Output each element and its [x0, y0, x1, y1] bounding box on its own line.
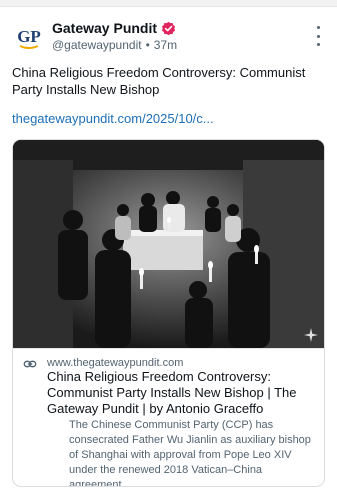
handle[interactable]: @gatewaypundit [52, 38, 142, 52]
name-row: Gateway Pundit [52, 20, 176, 36]
church-ceremony-photo [13, 140, 324, 348]
handle-row: @gatewaypundit • 37m [52, 38, 177, 52]
avatar[interactable]: GP [12, 20, 46, 54]
card-description: The Chinese Communist Party (CCP) has co… [69, 419, 311, 487]
post-header: GP Gateway Pundit @gatewaypundit • 37m [12, 18, 325, 58]
separator-dot: • [145, 38, 150, 52]
more-options-button[interactable] [311, 26, 325, 46]
link-preview-card[interactable]: www.thegatewaypundit.com China Religious… [12, 139, 325, 487]
post-text: China Religious Freedom Controversy: Com… [12, 65, 306, 97]
card-meta[interactable]: www.thegatewaypundit.com China Religious… [13, 348, 324, 487]
card-image[interactable] [13, 140, 324, 348]
link-icon [23, 360, 37, 368]
post-link[interactable]: thegatewaypundit.com/2025/10/c... [12, 110, 325, 127]
more-vertical-icon [316, 26, 320, 29]
top-divider [0, 0, 337, 7]
timestamp[interactable]: 37m [154, 38, 177, 52]
svg-text:GP: GP [17, 27, 41, 46]
card-domain: www.thegatewaypundit.com [47, 357, 184, 369]
sparkle-icon [304, 328, 318, 342]
verified-badge-icon [161, 21, 176, 35]
card-title[interactable]: China Religious Freedom Controversy: Com… [47, 369, 317, 417]
gp-logo-icon: GP [17, 27, 41, 49]
display-name[interactable]: Gateway Pundit [52, 20, 157, 36]
